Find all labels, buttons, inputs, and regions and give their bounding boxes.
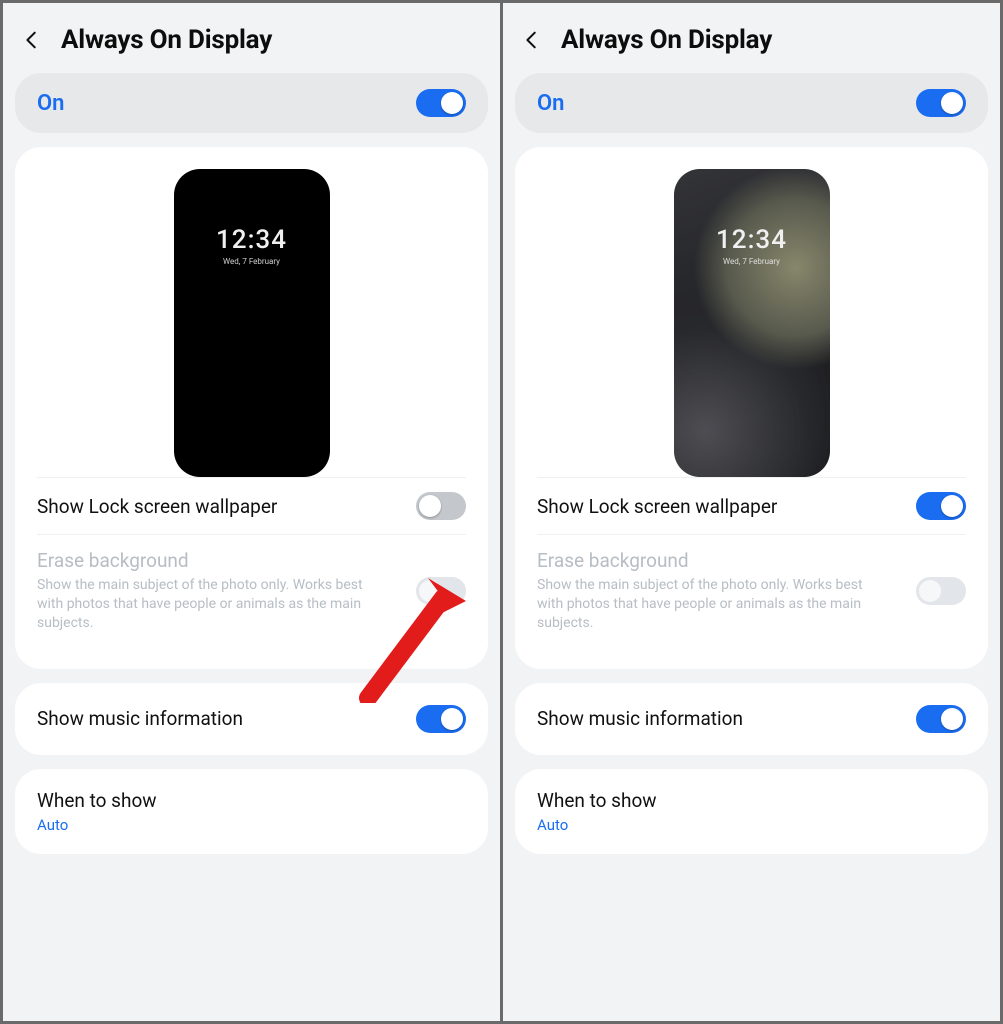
- when-label: When to show: [37, 789, 157, 812]
- when-card[interactable]: When to show Auto: [515, 769, 988, 854]
- show-wallpaper-label: Show Lock screen wallpaper: [37, 495, 277, 518]
- music-row[interactable]: Show music information: [37, 701, 466, 737]
- master-toggle[interactable]: [416, 89, 466, 117]
- preview-time: 12:34: [716, 225, 787, 255]
- master-toggle-label: On: [537, 91, 564, 116]
- erase-background-row: Erase background Show the main subject o…: [37, 535, 466, 647]
- erase-background-row: Erase background Show the main subject o…: [537, 535, 966, 647]
- master-toggle[interactable]: [916, 89, 966, 117]
- music-toggle[interactable]: [916, 705, 966, 733]
- when-to-show-row[interactable]: When to show Auto: [37, 787, 466, 836]
- erase-background-label: Erase background: [537, 549, 877, 572]
- erase-background-toggle: [916, 577, 966, 605]
- preview-card: 12:34 Wed, 7 February Show Lock screen w…: [15, 147, 488, 669]
- erase-background-label: Erase background: [37, 549, 377, 572]
- preview-date: Wed, 7 February: [223, 257, 280, 266]
- aod-preview[interactable]: 12:34 Wed, 7 February: [174, 169, 330, 477]
- erase-background-toggle: [416, 577, 466, 605]
- page-title: Always On Display: [561, 25, 772, 55]
- erase-background-sub: Show the main subject of the photo only.…: [537, 576, 877, 633]
- master-toggle-label: On: [37, 91, 64, 116]
- when-value: Auto: [537, 816, 657, 834]
- show-wallpaper-toggle[interactable]: [916, 492, 966, 520]
- header: Always On Display: [3, 3, 500, 73]
- chevron-left-icon: [521, 29, 543, 51]
- back-button[interactable]: [21, 29, 43, 51]
- music-label: Show music information: [37, 707, 243, 730]
- when-value: Auto: [37, 816, 157, 834]
- music-row[interactable]: Show music information: [537, 701, 966, 737]
- pane-left: Always On Display On 12:34 Wed, 7 Februa…: [3, 3, 500, 1021]
- header: Always On Display: [503, 3, 1000, 73]
- music-card: Show music information: [15, 683, 488, 755]
- back-button[interactable]: [521, 29, 543, 51]
- when-to-show-row[interactable]: When to show Auto: [537, 787, 966, 836]
- preview-date: Wed, 7 February: [723, 257, 780, 266]
- show-wallpaper-toggle[interactable]: [416, 492, 466, 520]
- master-toggle-row[interactable]: On: [15, 73, 488, 133]
- when-card[interactable]: When to show Auto: [15, 769, 488, 854]
- show-wallpaper-row[interactable]: Show Lock screen wallpaper: [537, 478, 966, 534]
- erase-background-sub: Show the main subject of the photo only.…: [37, 576, 377, 633]
- music-label: Show music information: [537, 707, 743, 730]
- when-label: When to show: [537, 789, 657, 812]
- show-wallpaper-label: Show Lock screen wallpaper: [537, 495, 777, 518]
- music-toggle[interactable]: [416, 705, 466, 733]
- show-wallpaper-row[interactable]: Show Lock screen wallpaper: [37, 478, 466, 534]
- aod-preview[interactable]: 12:34 Wed, 7 February: [674, 169, 830, 477]
- chevron-left-icon: [21, 29, 43, 51]
- pane-right: Always On Display On 12:34 Wed, 7 Februa…: [503, 3, 1000, 1021]
- preview-card: 12:34 Wed, 7 February Show Lock screen w…: [515, 147, 988, 669]
- page-title: Always On Display: [61, 25, 272, 55]
- music-card: Show music information: [515, 683, 988, 755]
- master-toggle-row[interactable]: On: [515, 73, 988, 133]
- preview-time: 12:34: [216, 225, 287, 255]
